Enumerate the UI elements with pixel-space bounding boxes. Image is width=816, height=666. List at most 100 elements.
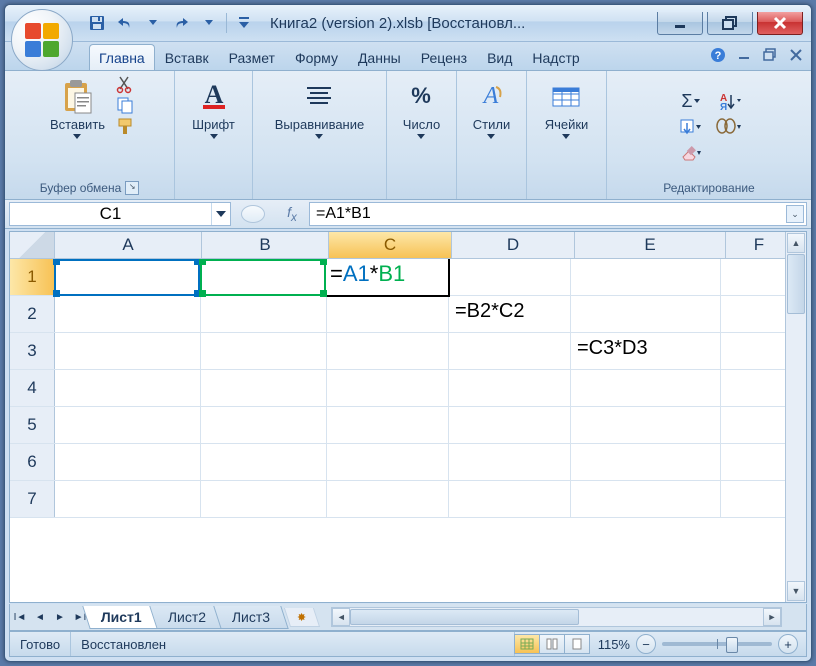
paste-button[interactable]: Вставить bbox=[44, 75, 111, 143]
view-pagelayout-icon[interactable] bbox=[539, 634, 565, 654]
cell-A6[interactable] bbox=[55, 444, 201, 480]
mdi-close-icon[interactable] bbox=[787, 46, 805, 64]
horizontal-scrollbar[interactable]: ◄ ► bbox=[331, 607, 782, 627]
cell-E6[interactable] bbox=[571, 444, 721, 480]
row-header-5[interactable]: 5 bbox=[10, 407, 55, 443]
redo-dropdown-icon[interactable] bbox=[196, 11, 222, 35]
cell-B2[interactable] bbox=[201, 296, 327, 332]
tab-data[interactable]: Данны bbox=[348, 44, 411, 70]
h-scroll-thumb[interactable] bbox=[350, 609, 579, 625]
cell-B4[interactable] bbox=[201, 370, 327, 406]
vertical-scrollbar[interactable]: ▲ ▼ bbox=[785, 232, 806, 602]
cell-D2[interactable]: =B2*C2 bbox=[449, 296, 571, 332]
view-normal-icon[interactable] bbox=[514, 634, 540, 654]
scroll-up-icon[interactable]: ▲ bbox=[787, 233, 805, 253]
undo-dropdown-icon[interactable] bbox=[140, 11, 166, 35]
cell-F5[interactable] bbox=[721, 407, 787, 443]
col-header-D[interactable]: D bbox=[452, 232, 575, 258]
row-header-6[interactable]: 6 bbox=[10, 444, 55, 480]
help-icon[interactable]: ? bbox=[709, 46, 727, 64]
expand-formula-icon[interactable]: ⌄ bbox=[786, 205, 804, 223]
grid-rows[interactable]: 12=B2*C23=C3*D34567=A1*B1 bbox=[10, 259, 806, 602]
cell-D7[interactable] bbox=[449, 481, 571, 517]
tab-insert[interactable]: Вставк bbox=[155, 44, 219, 70]
cell-A3[interactable] bbox=[55, 333, 201, 369]
sheet-prev-icon[interactable]: ◄ bbox=[31, 608, 49, 626]
maximize-button[interactable] bbox=[707, 12, 753, 35]
zoom-out-icon[interactable]: − bbox=[636, 634, 656, 654]
row-header-1[interactable]: 1 bbox=[10, 259, 55, 295]
cell-E1[interactable] bbox=[571, 259, 721, 295]
row-header-7[interactable]: 7 bbox=[10, 481, 55, 517]
tab-layout[interactable]: Размет bbox=[219, 44, 285, 70]
cell-E4[interactable] bbox=[571, 370, 721, 406]
fill-icon[interactable] bbox=[673, 115, 707, 139]
cell-B7[interactable] bbox=[201, 481, 327, 517]
col-header-B[interactable]: B bbox=[202, 232, 329, 258]
cell-C2[interactable] bbox=[327, 296, 449, 332]
find-icon[interactable] bbox=[711, 115, 745, 139]
font-group-button[interactable]: A Шрифт bbox=[186, 75, 241, 143]
col-header-C[interactable]: C bbox=[329, 232, 452, 258]
sheet-tab-3[interactable]: Лист3 bbox=[213, 606, 289, 629]
cell-F3[interactable] bbox=[721, 333, 787, 369]
tab-addins[interactable]: Надстр bbox=[522, 44, 589, 70]
row-header-3[interactable]: 3 bbox=[10, 333, 55, 369]
tab-review[interactable]: Реценз bbox=[411, 44, 477, 70]
view-pagebreak-icon[interactable] bbox=[564, 634, 590, 654]
scroll-left-icon[interactable]: ◄ bbox=[332, 608, 350, 626]
zoom-slider[interactable] bbox=[662, 642, 772, 646]
cell-E3[interactable]: =C3*D3 bbox=[571, 333, 721, 369]
minimize-button[interactable] bbox=[657, 12, 703, 35]
cell-F1[interactable] bbox=[721, 259, 787, 295]
clear-icon[interactable] bbox=[673, 141, 707, 165]
tab-home[interactable]: Главна bbox=[89, 44, 155, 70]
styles-group-button[interactable]: A Стили bbox=[467, 75, 516, 143]
autosum-icon[interactable]: Σ bbox=[673, 89, 707, 113]
cancel-entry-icon[interactable] bbox=[241, 205, 265, 223]
cell-C6[interactable] bbox=[327, 444, 449, 480]
number-group-button[interactable]: % Число bbox=[397, 75, 446, 143]
cell-B5[interactable] bbox=[201, 407, 327, 443]
cell-A5[interactable] bbox=[55, 407, 201, 443]
cell-D3[interactable] bbox=[449, 333, 571, 369]
cell-A4[interactable] bbox=[55, 370, 201, 406]
cell-F2[interactable] bbox=[721, 296, 787, 332]
col-header-F[interactable]: F bbox=[726, 232, 793, 258]
cell-D6[interactable] bbox=[449, 444, 571, 480]
cell-C5[interactable] bbox=[327, 407, 449, 443]
cell-A2[interactable] bbox=[55, 296, 201, 332]
sort-filter-icon[interactable]: AЯ bbox=[711, 89, 745, 113]
sheet-tab-1[interactable]: Лист1 bbox=[82, 606, 160, 629]
cell-D5[interactable] bbox=[449, 407, 571, 443]
name-box[interactable]: C1 bbox=[9, 202, 231, 226]
new-sheet-icon[interactable]: ✸ bbox=[284, 608, 320, 627]
editing-cell[interactable]: =A1*B1 bbox=[324, 259, 450, 297]
select-all-corner[interactable] bbox=[10, 232, 55, 258]
cell-F6[interactable] bbox=[721, 444, 787, 480]
cell-C4[interactable] bbox=[327, 370, 449, 406]
cut-icon[interactable] bbox=[115, 75, 135, 93]
save-icon[interactable] bbox=[84, 11, 110, 35]
cell-E7[interactable] bbox=[571, 481, 721, 517]
tab-formulas[interactable]: Форму bbox=[285, 44, 348, 70]
cell-A7[interactable] bbox=[55, 481, 201, 517]
cell-C3[interactable] bbox=[327, 333, 449, 369]
zoom-in-icon[interactable]: + bbox=[778, 634, 798, 654]
col-header-A[interactable]: A bbox=[55, 232, 202, 258]
cell-B6[interactable] bbox=[201, 444, 327, 480]
close-button[interactable] bbox=[757, 12, 803, 35]
cells-group-button[interactable]: Ячейки bbox=[539, 75, 595, 143]
undo-icon[interactable] bbox=[112, 11, 138, 35]
sheet-next-icon[interactable]: ► bbox=[51, 608, 69, 626]
scroll-down-icon[interactable]: ▼ bbox=[787, 581, 805, 601]
cell-B3[interactable] bbox=[201, 333, 327, 369]
cell-F4[interactable] bbox=[721, 370, 787, 406]
sheet-first-icon[interactable]: I◄ bbox=[11, 608, 29, 626]
copy-icon[interactable] bbox=[115, 96, 135, 114]
cell-D4[interactable] bbox=[449, 370, 571, 406]
cell-E5[interactable] bbox=[571, 407, 721, 443]
alignment-group-button[interactable]: Выравнивание bbox=[269, 75, 370, 143]
format-painter-icon[interactable] bbox=[115, 117, 135, 135]
redo-icon[interactable] bbox=[168, 11, 194, 35]
